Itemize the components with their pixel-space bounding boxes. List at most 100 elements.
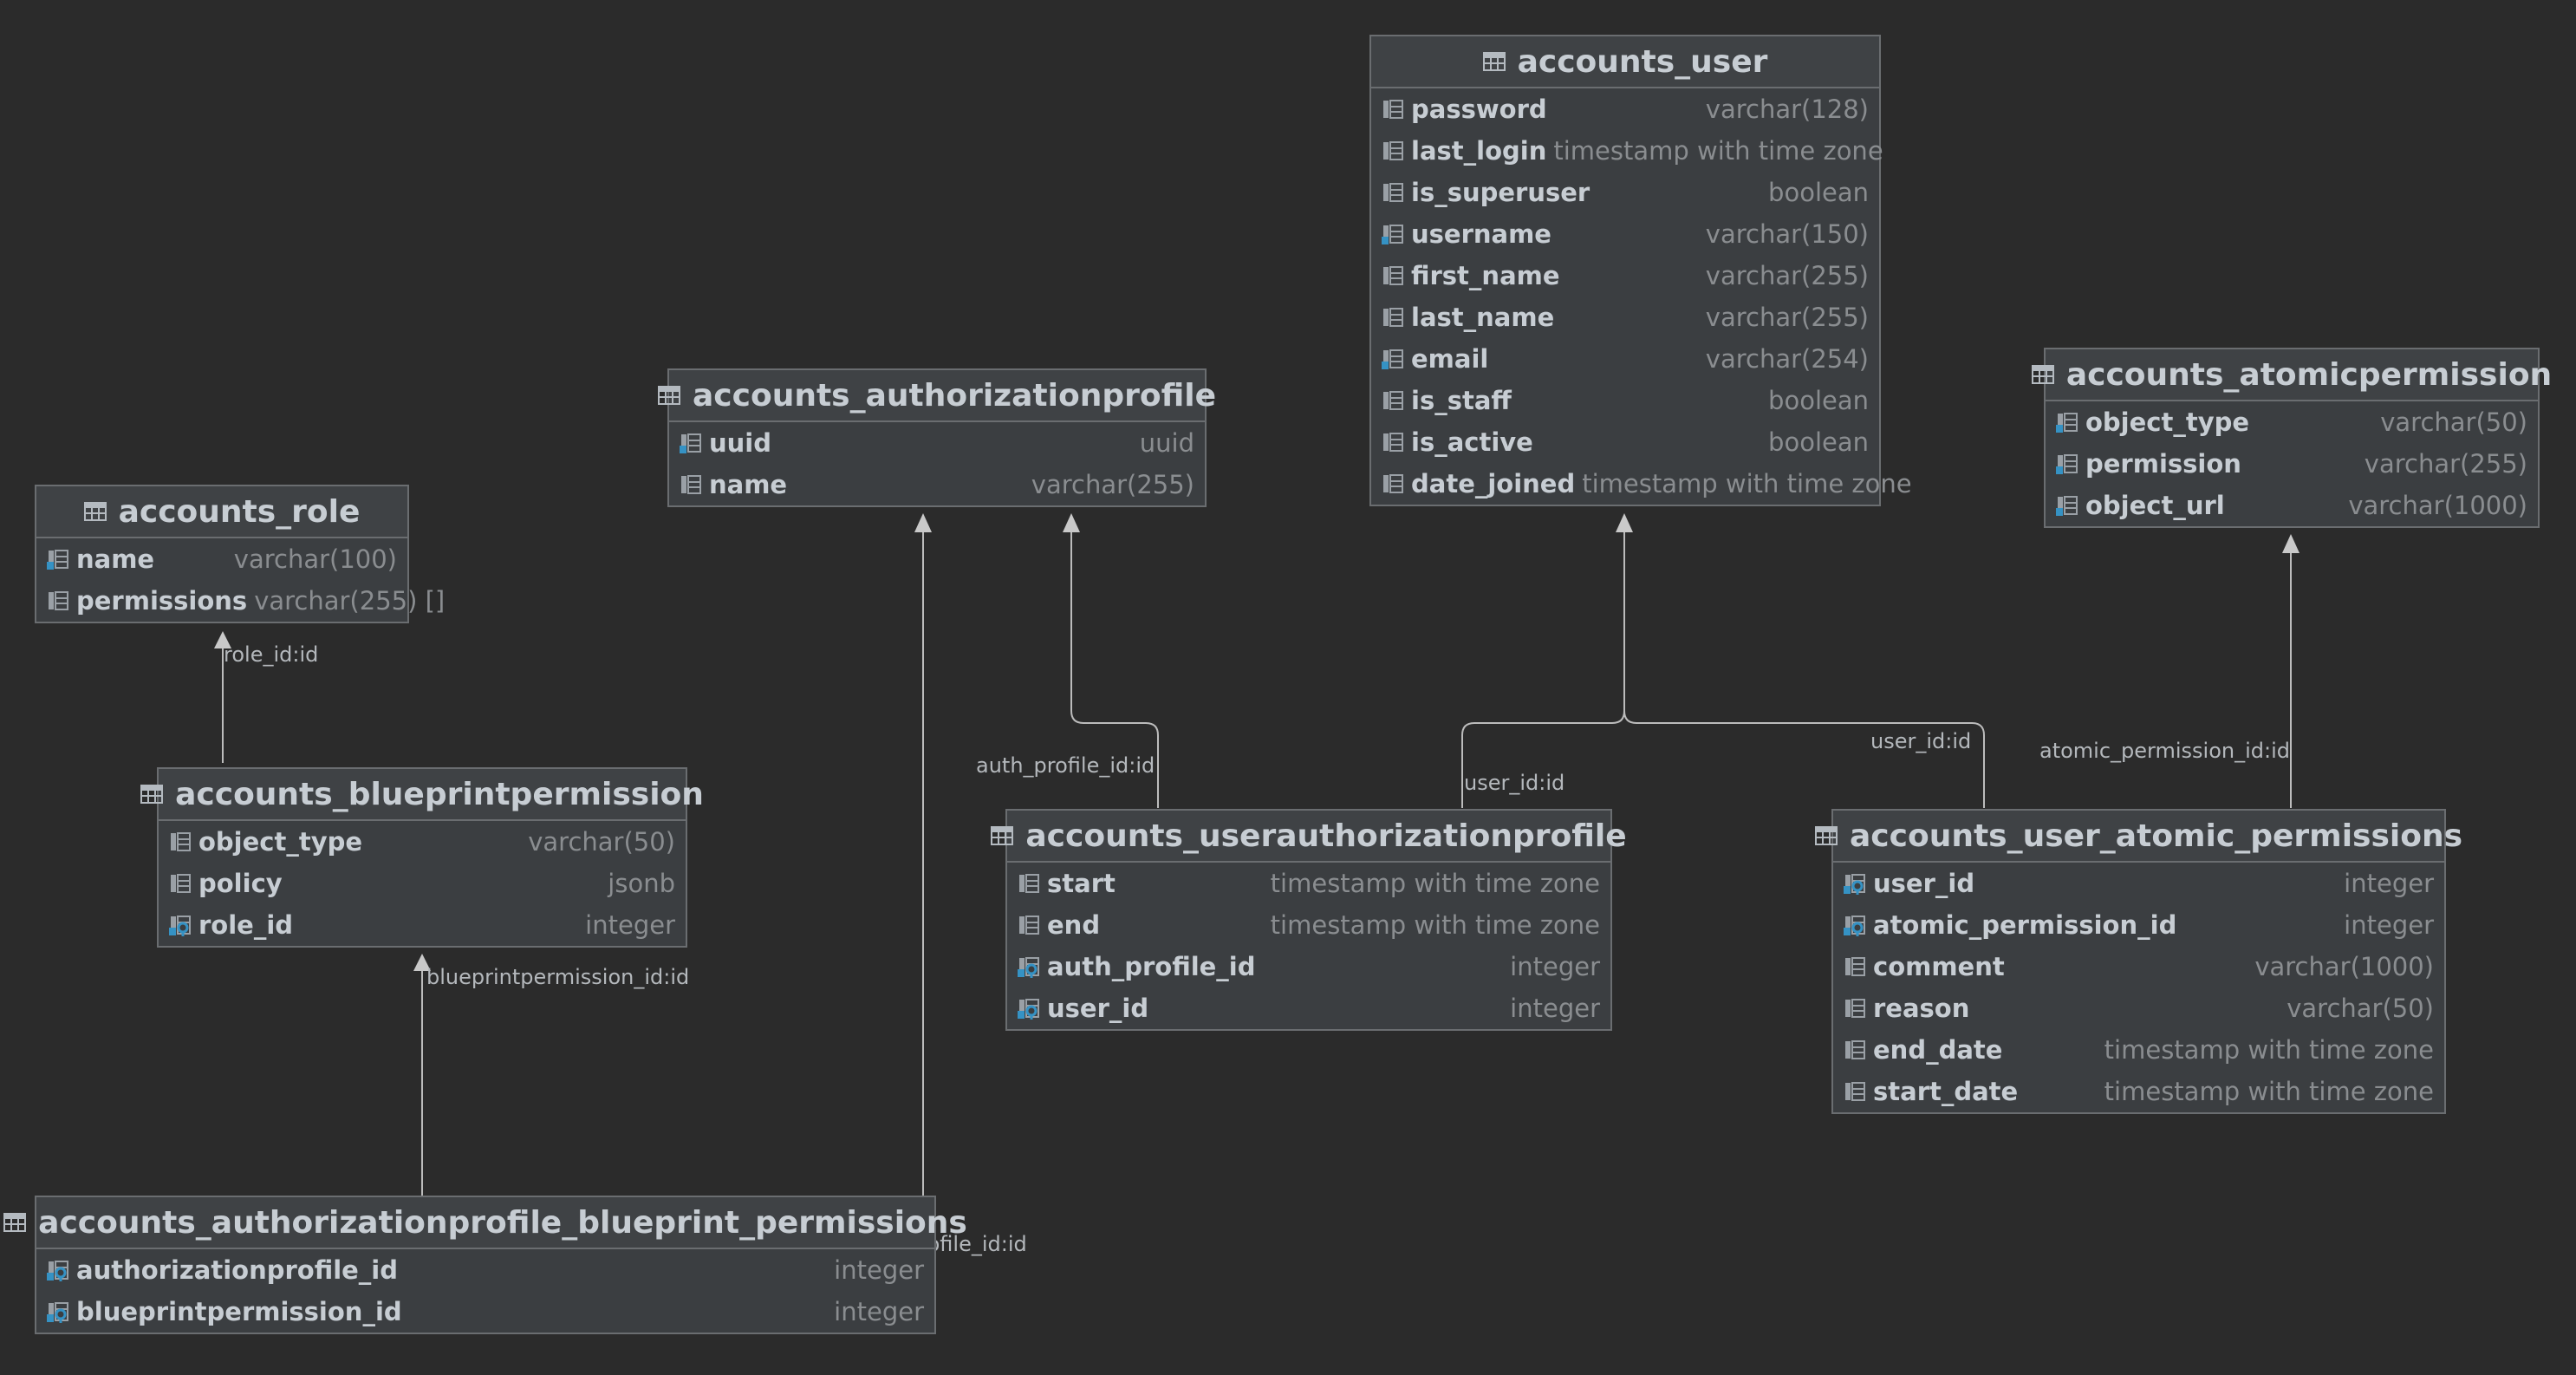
table-title: accounts_authorizationprofile_blueprint_… <box>38 1204 967 1241</box>
column-type: varchar(50) <box>2380 407 2527 437</box>
column-type: timestamp with time zone <box>2104 1077 2434 1106</box>
column-name: permission <box>2085 449 2241 479</box>
column-name: last_name <box>1411 303 1555 332</box>
table-header[interactable]: accounts_atomicpermission <box>2031 349 2552 401</box>
table-header[interactable]: accounts_userauthorizationprofile <box>991 811 1627 863</box>
table-header[interactable]: accounts_role <box>36 486 407 538</box>
column-name: name <box>709 470 788 499</box>
column-icon <box>1842 1038 1866 1062</box>
column-name: email <box>1411 344 1489 374</box>
arrow-authorizationprofile <box>914 513 932 532</box>
column-row-date-joined[interactable]: date_joined timestamp with time zone <box>1371 463 1912 505</box>
column-type: varchar(255) <box>1031 470 1194 499</box>
table-header[interactable]: accounts_user <box>1371 36 1879 88</box>
column-name: is_staff <box>1411 386 1512 415</box>
table-header[interactable]: accounts_blueprintpermission <box>140 769 704 821</box>
table-accounts-userauthorizationprofile[interactable]: accounts_userauthorizationprofile start ti… <box>991 809 1627 1031</box>
column-type: varchar(254) <box>1705 344 1869 374</box>
column-row-username[interactable]: username varchar(150) <box>1371 213 1879 255</box>
column-name: date_joined <box>1411 469 1576 499</box>
table-icon <box>83 502 107 521</box>
arrow-auth-profile <box>1063 513 1080 532</box>
column-row-user-id[interactable]: user_id integer <box>1833 863 2444 904</box>
column-row-policy[interactable]: policy jsonb <box>159 863 686 904</box>
table-accounts-user[interactable]: accounts_user password varchar(128) last_lo… <box>1369 35 1912 506</box>
column-type: boolean <box>1768 427 1869 457</box>
column-row-blueprintpermission-id[interactable]: blueprintpermission_id integer <box>36 1291 934 1333</box>
column-row-permissions[interactable]: permissions varchar(255) [] <box>36 580 445 622</box>
relation-label-atomicpermission: atomic_permission_id:id <box>2039 739 2290 763</box>
column-row-password[interactable]: password varchar(128) <box>1371 88 1879 130</box>
column-type: varchar(255) <box>1705 303 1869 332</box>
column-row-is-active[interactable]: is_active boolean <box>1371 421 1879 463</box>
column-row-end-date[interactable]: end_date timestamp with time zone <box>1833 1029 2444 1071</box>
column-type: varchar(1000) <box>2254 952 2434 981</box>
table-icon <box>140 785 164 804</box>
arrow-atomicpermission <box>2282 534 2300 553</box>
column-row-user-id[interactable]: user_id integer <box>1007 987 1610 1029</box>
column-row-reason[interactable]: reason varchar(50) <box>1833 987 2444 1029</box>
column-name: object_type <box>198 827 363 857</box>
column-name: user_id <box>1873 869 1975 898</box>
column-type: integer <box>2344 910 2434 940</box>
column-icon <box>1380 430 1404 454</box>
column-row-uuid[interactable]: uuid uuid <box>669 422 1205 464</box>
table-title: accounts_atomicpermission <box>2065 356 2553 393</box>
column-row-name[interactable]: name varchar(255) <box>669 464 1205 505</box>
column-row-is-staff[interactable]: is_staff boolean <box>1371 380 1879 421</box>
column-row-authorizationprofile-id[interactable]: authorizationprofile_id integer <box>36 1249 934 1291</box>
column-row-permission[interactable]: permission varchar(255) <box>2046 443 2538 485</box>
column-row-last-login[interactable]: last_login timestamp with time zone <box>1371 130 1883 172</box>
column-row-comment[interactable]: comment varchar(1000) <box>1833 946 2444 987</box>
table-accounts-authorizationprofile-blueprint-permissions[interactable]: accounts_authorizationprofile_blueprint_… <box>3 1196 967 1334</box>
column-type: integer <box>585 910 675 940</box>
column-icon <box>1842 1079 1866 1104</box>
table-accounts-user-atomic-permissions[interactable]: accounts_user_atomic_permissions user_id i… <box>1814 809 2462 1114</box>
table-header[interactable]: accounts_user_atomic_permissions <box>1814 811 2462 863</box>
relation-label-role: role_id:id <box>224 642 319 667</box>
table-accounts-authorizationprofile[interactable]: accounts_authorizationprofile uuid uuid nam… <box>657 368 1216 507</box>
column-type: varchar(255) <box>1705 261 1869 290</box>
column-type: boolean <box>1768 386 1869 415</box>
column-type: timestamp with time zone <box>2104 1035 2434 1065</box>
foreign-key-icon <box>45 1258 69 1282</box>
column-name: first_name <box>1411 261 1560 290</box>
column-row-last-name[interactable]: last_name varchar(255) <box>1371 297 1879 338</box>
table-accounts-blueprintpermission[interactable]: accounts_blueprintpermission object_type v… <box>140 767 704 948</box>
column-row-email[interactable]: email varchar(254) <box>1371 338 1879 380</box>
table-header[interactable]: accounts_authorizationprofile <box>657 370 1216 422</box>
table-title: accounts_role <box>118 493 361 530</box>
column-row-object-url[interactable]: object_url varchar(1000) <box>2046 485 2538 526</box>
column-row-auth-profile-id[interactable]: auth_profile_id integer <box>1007 946 1610 987</box>
column-row-atomic-permission-id[interactable]: atomic_permission_id integer <box>1833 904 2444 946</box>
column-row-name[interactable]: name varchar(100) <box>36 538 407 580</box>
column-icon <box>1380 180 1404 205</box>
column-name: auth_profile_id <box>1047 952 1256 981</box>
column-row-is-superuser[interactable]: is_superuser boolean <box>1371 172 1879 213</box>
column-row-start[interactable]: start timestamp with time zone <box>1007 863 1610 904</box>
column-name: is_superuser <box>1411 178 1590 207</box>
edge-user-2 <box>1623 710 1985 808</box>
foreign-key-icon <box>1016 996 1040 1020</box>
column-row-end[interactable]: end timestamp with time zone <box>1007 904 1610 946</box>
relation-label-auth-profile: auth_profile_id:id <box>976 753 1155 778</box>
table-accounts-role[interactable]: accounts_role name varchar(100) permissions… <box>35 485 445 623</box>
column-row-role-id[interactable]: role_id integer <box>159 904 686 946</box>
unique-column-icon <box>2054 410 2078 434</box>
column-name: start <box>1047 869 1116 898</box>
column-row-first-name[interactable]: first_name varchar(255) <box>1371 255 1879 297</box>
relationship-edges <box>214 513 2300 1196</box>
column-row-start-date[interactable]: start_date timestamp with time zone <box>1833 1071 2444 1112</box>
table-accounts-atomicpermission[interactable]: accounts_atomicpermission object_type varc… <box>2031 348 2552 528</box>
column-row-object-type[interactable]: object_type varchar(50) <box>2046 401 2538 443</box>
column-type: uuid <box>1139 428 1194 458</box>
column-type: integer <box>2344 869 2434 898</box>
table-title: accounts_user_atomic_permissions <box>1849 818 2463 854</box>
table-icon <box>1482 52 1506 71</box>
column-type: varchar(128) <box>1705 94 1869 124</box>
column-type: integer <box>1510 952 1600 981</box>
column-row-object-type[interactable]: object_type varchar(50) <box>159 821 686 863</box>
column-type: varchar(50) <box>2287 994 2434 1023</box>
column-name: permissions <box>76 586 248 616</box>
table-header[interactable]: accounts_authorizationprofile_blueprint_… <box>3 1197 967 1249</box>
